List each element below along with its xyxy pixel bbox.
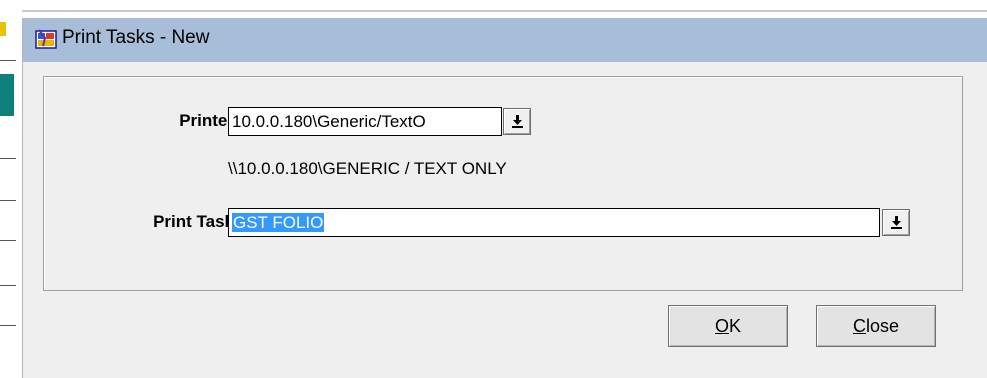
background-app-highlight bbox=[0, 74, 14, 116]
print-tasks-dialog: Print Tasks - New Printer 10.0.0.180\Gen… bbox=[22, 18, 987, 378]
printer-dropdown-button[interactable] bbox=[503, 108, 531, 135]
close-button[interactable]: Close bbox=[816, 305, 936, 347]
ok-button-mnemonic: O bbox=[714, 316, 729, 336]
background-gridline bbox=[0, 240, 16, 241]
printer-value: 10.0.0.180\Generic/TextO bbox=[232, 112, 426, 131]
arrow-down-icon bbox=[891, 216, 902, 229]
print-task-dropdown-button[interactable] bbox=[882, 209, 910, 236]
dialog-title: Print Tasks - New bbox=[62, 27, 210, 48]
close-button-label: lose bbox=[865, 316, 900, 336]
background-app-edge bbox=[0, 0, 22, 378]
background-gridline bbox=[0, 200, 16, 201]
background-gridline bbox=[0, 60, 16, 61]
background-window-edge bbox=[22, 10, 987, 12]
app-icon bbox=[35, 28, 57, 50]
background-gridline bbox=[0, 285, 16, 286]
print-settings-group: Printer 10.0.0.180\Generic/TextO \\10.0.… bbox=[43, 76, 963, 291]
printer-field[interactable]: 10.0.0.180\Generic/TextO bbox=[228, 107, 502, 136]
printer-path-text: \\10.0.0.180\GENERIC / TEXT ONLY bbox=[228, 159, 507, 178]
arrow-down-icon bbox=[512, 115, 523, 128]
ok-button[interactable]: OK bbox=[668, 305, 788, 347]
print-task-label: Print Task bbox=[153, 212, 234, 231]
dialog-titlebar[interactable]: Print Tasks - New bbox=[23, 18, 987, 62]
background-app-marker bbox=[0, 22, 6, 36]
ok-button-label: K bbox=[729, 316, 742, 336]
background-gridline bbox=[0, 158, 16, 159]
print-task-value: GST FOLIO bbox=[232, 213, 325, 232]
background-gridline bbox=[0, 325, 16, 326]
printer-label: Printer bbox=[179, 111, 234, 130]
print-task-field[interactable]: GST FOLIO bbox=[228, 208, 880, 237]
close-button-mnemonic: C bbox=[852, 316, 866, 336]
